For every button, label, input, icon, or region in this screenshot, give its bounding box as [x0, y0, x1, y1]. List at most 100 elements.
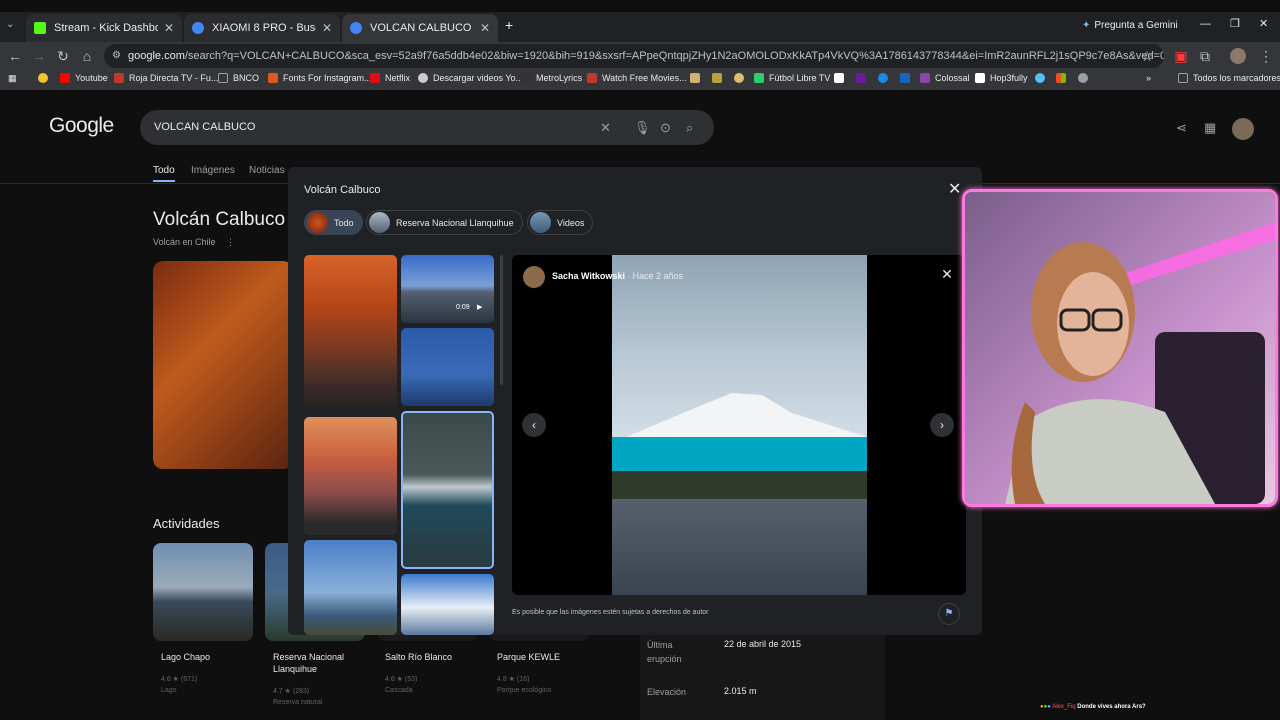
bookmark-roja-directa[interactable]: Roja Directa TV - Fu... — [114, 73, 218, 83]
search-icon[interactable]: ⌕ — [686, 110, 693, 145]
tab-noticias[interactable]: Noticias — [249, 165, 285, 176]
account-avatar[interactable] — [1232, 118, 1254, 140]
activity-card[interactable]: Lago Chapo 4.6 ★ (671) Lago — [153, 543, 253, 694]
knowledge-panel-image[interactable] — [153, 261, 293, 469]
close-icon[interactable]: ✕ — [164, 21, 174, 35]
badge-icon: ● — [1047, 704, 1051, 710]
activity-rating: 4.6 ★ (53) — [385, 676, 418, 683]
prev-image-button[interactable]: ‹ — [522, 413, 546, 437]
search-input[interactable]: VOLCAN CALBUCO ✕ 🎙 ⊙ ⌕ — [140, 110, 714, 145]
netflix-icon — [370, 73, 380, 83]
copyright-notice: Es posible que las imágenes estén sujeta… — [512, 609, 709, 616]
bookmark-icon[interactable] — [690, 73, 705, 83]
bookmark-fonts[interactable]: Fonts For Instagram... — [268, 73, 372, 83]
clear-icon[interactable]: ✕ — [600, 110, 611, 145]
activity-image — [153, 543, 253, 641]
bookmark-youtube[interactable]: Youtube — [60, 73, 108, 83]
mic-icon[interactable]: 🎙 — [634, 110, 651, 145]
lens-icon[interactable]: ⊙ — [660, 110, 671, 145]
url-field[interactable]: ⚙ google.com/search?q=VOLCAN+CALBUCO&sca… — [104, 44, 1164, 68]
image-viewer-modal: Volcán Calbuco ✕ Todo Reserva Nacional L… — [288, 167, 982, 635]
chip-todo[interactable]: Todo — [304, 210, 363, 235]
minimize-button[interactable]: — — [1200, 18, 1211, 30]
bookmark-icon[interactable] — [734, 73, 749, 83]
video-duration: 0:09 — [456, 304, 470, 311]
forward-button[interactable]: → — [29, 46, 49, 66]
tab-bar: ⌄ Stream - Kick Dashboard ✕ XIAOMI 8 PRO… — [0, 12, 1280, 42]
chip-reserva[interactable]: Reserva Nacional Llanquihue — [366, 210, 523, 235]
reload-button[interactable]: ↻ — [53, 46, 73, 66]
tab-list-chevron-icon[interactable]: ⌄ — [6, 19, 14, 30]
apps-grid-icon[interactable]: ▦ — [8, 73, 17, 84]
gemini-button[interactable]: ✦ Pregunta a Gemini — [1082, 20, 1178, 31]
bookmark-star-icon[interactable]: ☆ — [1137, 46, 1157, 66]
close-icon[interactable]: ✕ — [322, 21, 332, 35]
image-thumbnail[interactable] — [304, 540, 397, 635]
bookmark-icon[interactable] — [1056, 73, 1071, 83]
back-button[interactable]: ← — [5, 46, 25, 66]
bookmark-bnco[interactable]: BNCO — [218, 73, 259, 83]
close-icon[interactable]: ✕ — [480, 21, 490, 35]
extensions-puzzle-icon[interactable]: ⧉ — [1195, 46, 1215, 66]
image-thumbnail[interactable] — [401, 328, 494, 406]
profile-avatar[interactable] — [1230, 48, 1246, 64]
bookmark-icon[interactable] — [900, 73, 915, 83]
viewer-close-icon[interactable]: ✕ — [935, 262, 959, 286]
hop3fully-icon — [975, 73, 985, 83]
tab-imagenes[interactable]: Imágenes — [191, 165, 235, 176]
new-tab-button[interactable]: + — [505, 17, 513, 33]
bookmark-icon[interactable] — [878, 73, 893, 83]
extension-icon[interactable]: ▣ — [1171, 46, 1191, 66]
tab-todo[interactable]: Todo — [153, 165, 175, 182]
bookmark-descargar[interactable]: Descargar videos Yo... — [418, 73, 523, 83]
tab-kick[interactable]: Stream - Kick Dashboard ✕ — [26, 14, 182, 42]
tab-xiaomi[interactable]: XIAOMI 8 PRO - Buscar con Go ✕ — [184, 14, 340, 42]
url-domain: google.com — [128, 50, 185, 62]
home-button[interactable]: ⌂ — [77, 46, 97, 66]
bookmark-netflix[interactable]: Netflix — [370, 73, 410, 83]
more-bookmarks-icon[interactable]: » — [1146, 73, 1151, 83]
more-options-icon[interactable]: ⋮ — [226, 237, 235, 248]
site-info-icon[interactable]: ⚙ — [112, 44, 121, 68]
webcam-overlay — [962, 189, 1278, 507]
activity-type: Reserva natural — [273, 699, 323, 706]
google-logo[interactable]: Google — [49, 114, 114, 138]
activity-rating: 4.8 ★ (16) — [497, 676, 530, 683]
gemini-label: Pregunta a Gemini — [1094, 20, 1178, 31]
bookmark-icon[interactable] — [856, 73, 871, 83]
modal-title: Volcán Calbuco — [304, 184, 381, 196]
thumbnail-scrollbar[interactable] — [500, 255, 503, 385]
bookmark-metrolyrics[interactable]: MetroLyrics — [521, 73, 582, 83]
author-name[interactable]: Sacha Witkowski — [552, 271, 625, 281]
fact-label: Última erupción — [647, 640, 682, 664]
image-thumbnail[interactable] — [304, 255, 397, 411]
bookmark-hop3fully[interactable]: Hop3fully — [975, 73, 1028, 83]
fact-label: Elevación — [647, 687, 687, 697]
apps-grid-icon[interactable]: ▦ — [1204, 120, 1216, 136]
bookmark-icon[interactable] — [1035, 73, 1050, 83]
image-thumbnail[interactable] — [304, 417, 397, 535]
bookmark-futbol-libre[interactable]: Fútbol Libre TV — [754, 73, 830, 83]
bookmark-colossal[interactable]: Colossal — [920, 73, 970, 83]
author-avatar[interactable] — [523, 266, 545, 288]
bookmark-watch-movies[interactable]: Watch Free Movies... — [587, 73, 687, 83]
chip-thumbnail — [307, 212, 328, 233]
video-thumbnail[interactable]: 0:09 ▶ — [401, 255, 494, 323]
emoji-bookmark[interactable] — [38, 73, 53, 83]
chip-videos[interactable]: Videos — [527, 210, 594, 235]
next-image-button[interactable]: › — [930, 413, 954, 437]
tab-volcan[interactable]: VOLCAN CALBUCO - Buscar con ✕ — [342, 14, 498, 42]
restore-button[interactable]: ❐ — [1230, 17, 1240, 30]
bookmark-icon[interactable] — [834, 73, 849, 83]
share-icon[interactable]: ⋖ — [1176, 120, 1187, 136]
bookmark-icon[interactable] — [712, 73, 727, 83]
window-close-button[interactable]: ✕ — [1259, 17, 1268, 30]
volcano-photo[interactable] — [612, 255, 867, 595]
image-thumbnail-selected[interactable] — [401, 411, 494, 569]
image-thumbnail[interactable] — [401, 574, 494, 635]
report-flag-icon[interactable]: ⚑ — [938, 603, 960, 625]
close-icon[interactable]: ✕ — [948, 179, 961, 199]
bookmark-icon[interactable] — [1078, 73, 1093, 83]
all-bookmarks-folder[interactable]: Todos los marcadores — [1178, 73, 1280, 83]
menu-icon[interactable]: ⋮ — [1256, 46, 1276, 66]
